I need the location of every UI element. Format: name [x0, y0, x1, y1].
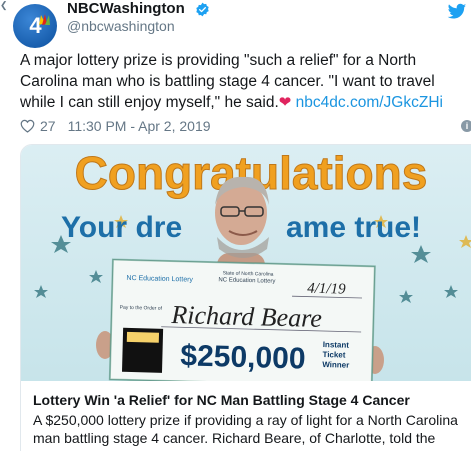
twitter-bird-icon[interactable] — [447, 3, 467, 21]
card-description-line: man battling stage 4 cancer. Richard Bea… — [33, 430, 436, 446]
tweet-text: A major lottery prize is providing "such… — [20, 50, 466, 113]
check-payee-name: Richard Beare — [170, 300, 322, 333]
red-heart-emoji: ❤ — [278, 94, 292, 111]
banner-sub-right: ame true! — [286, 211, 421, 244]
tweet-text-line: while I can still enjoy myself," he said… — [20, 92, 466, 113]
tweet-text-segment: while I can still enjoy myself," he said… — [20, 94, 279, 111]
tweet-meta: 27 11:30 PM - Apr 2, 2019 — [20, 118, 211, 134]
peacock-logo-icon — [39, 14, 50, 25]
tweet-text-line: Carolina man who is battling stage 4 can… — [20, 73, 435, 90]
card-image[interactable]: Congratulations Your dre ame true! NC Ed… — [21, 145, 471, 381]
info-icon[interactable]: i — [461, 120, 471, 132]
link-card[interactable]: Congratulations Your dre ame true! NC Ed… — [20, 144, 471, 451]
check-memo-2: Ticket — [322, 350, 346, 360]
like-heart-icon[interactable] — [20, 119, 35, 133]
check-date: 4/1/19 — [307, 281, 346, 298]
avatar[interactable]: 4 — [13, 4, 57, 48]
check-amount: $250,000 — [180, 339, 306, 375]
user-handle[interactable]: @nbcwashington — [67, 18, 175, 34]
check-memo-1: Instant — [323, 340, 350, 350]
check-pay-label: Pay to the Order of — [120, 305, 163, 312]
tweet-link[interactable]: nbc4dc.com/JGkcZHi — [296, 94, 443, 111]
check-memo-3: Winner — [322, 360, 349, 370]
display-name[interactable]: NBCWashington — [67, 0, 185, 17]
verified-badge-icon — [196, 2, 209, 17]
banner-sub-left: Your dre — [61, 211, 182, 244]
like-count[interactable]: 27 — [40, 118, 56, 134]
tweet-text-line: A major lottery prize is providing "such… — [20, 52, 417, 69]
card-description-line: A $250,000 lottery prize if providing a … — [33, 412, 458, 428]
card-title[interactable]: Lottery Win 'a Relief' for NC Man Battli… — [33, 392, 410, 408]
collapse-chevron-icon[interactable]: ❮ — [0, 0, 8, 11]
card-description: A $250,000 lottery prize if providing a … — [33, 411, 471, 447]
tweet: ❮ 4 NBCWashington @nbcwashington A major… — [0, 0, 471, 451]
tweet-timestamp[interactable]: 11:30 PM - Apr 2, 2019 — [68, 118, 211, 134]
